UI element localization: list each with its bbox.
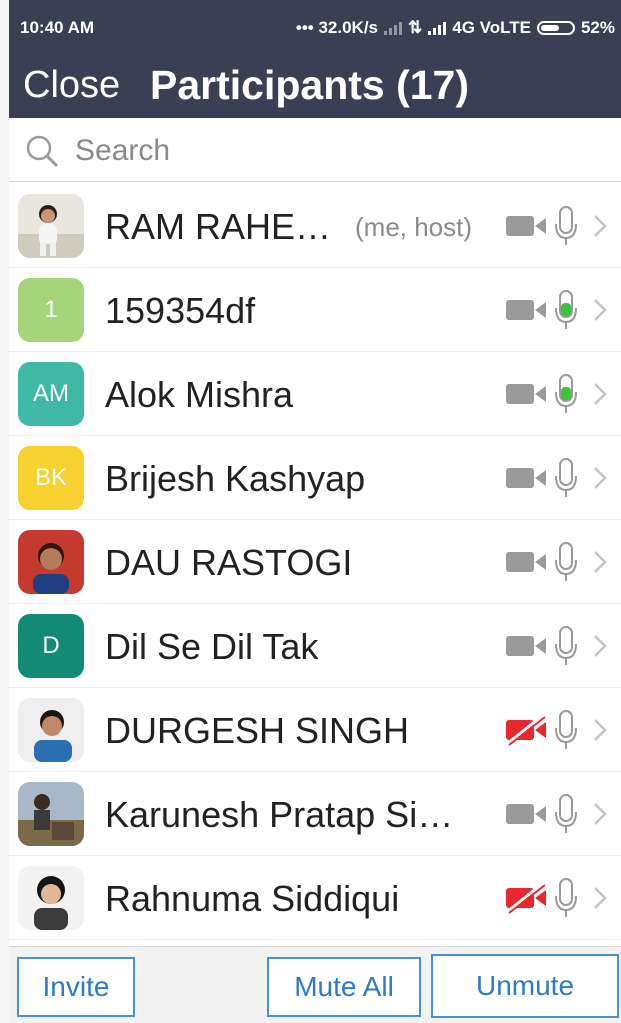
search-bar bbox=[9, 118, 621, 182]
page-title: Participants (17) bbox=[150, 62, 469, 108]
video-camera-icon bbox=[505, 294, 547, 326]
participant-row[interactable]: 1 159354df bbox=[9, 268, 621, 352]
chevron-right-icon bbox=[593, 550, 607, 574]
participant-name: Alok Mishra bbox=[105, 374, 294, 415]
participant-name: DAU RASTOGI bbox=[105, 542, 353, 583]
status-indicators: ••• 32.0K/s ⇅ 4G VoLTE 52% bbox=[296, 18, 615, 38]
avatar-photo bbox=[18, 194, 84, 258]
participant-row[interactable]: Karunesh Pratap Si… bbox=[9, 772, 621, 856]
participant-name: DURGESH SINGH bbox=[105, 710, 410, 751]
video-camera-icon bbox=[505, 378, 547, 410]
chevron-right-icon bbox=[593, 298, 607, 322]
network-speed: ••• 32.0K/s bbox=[295, 18, 378, 37]
battery-percent: 52% bbox=[580, 18, 615, 37]
avatar-initials: BK bbox=[18, 446, 84, 510]
microphone-icon bbox=[553, 794, 579, 834]
microphone-icon bbox=[553, 458, 579, 498]
microphone-icon bbox=[553, 206, 579, 246]
top-bar: Close Participants (17) bbox=[9, 56, 621, 118]
chevron-right-icon bbox=[593, 802, 607, 826]
microphone-icon bbox=[553, 710, 579, 750]
search-icon bbox=[26, 135, 58, 167]
participant-row[interactable]: DAU RASTOGI bbox=[9, 520, 621, 604]
app-frame: 10:40 AM ••• 32.0K/s ⇅ 4G VoLTE 52% Clos… bbox=[0, 0, 621, 1023]
participant-row[interactable]: AM Alok Mishra bbox=[9, 352, 621, 436]
participant-name: Karunesh Pratap Si… bbox=[105, 794, 454, 835]
participant-row[interactable]: DURGESH SINGH bbox=[9, 688, 621, 772]
video-camera-icon bbox=[505, 546, 547, 578]
status-time: 10:40 AM bbox=[20, 18, 95, 37]
participant-name: 159354df bbox=[105, 290, 256, 331]
avatar-photo bbox=[18, 698, 84, 762]
participant-name: RAM RAHE… bbox=[105, 206, 332, 247]
mute-all-button[interactable]: Mute All bbox=[267, 957, 421, 1017]
avatar-initials: D bbox=[18, 614, 84, 678]
battery-icon bbox=[536, 21, 575, 35]
participant-row[interactable]: RAM RAHE… (me, host) bbox=[9, 184, 621, 268]
chevron-right-icon bbox=[593, 634, 607, 658]
microphone-icon bbox=[553, 626, 579, 666]
network-type: 4G VoLTE bbox=[452, 18, 531, 37]
avatar-initials: AM bbox=[18, 362, 84, 426]
microphone-icon bbox=[553, 290, 579, 330]
video-camera-icon bbox=[505, 798, 547, 830]
status-bar: 10:40 AM ••• 32.0K/s ⇅ 4G VoLTE 52% bbox=[9, 0, 621, 56]
microphone-icon bbox=[553, 374, 579, 414]
data-transfer-icon: ⇅ bbox=[408, 18, 423, 37]
video-camera-icon bbox=[505, 210, 547, 242]
participant-row[interactable]: D Dil Se Dil Tak bbox=[9, 604, 621, 688]
video-camera-icon bbox=[505, 630, 547, 662]
chevron-right-icon bbox=[593, 466, 607, 490]
participant-name: Dil Se Dil Tak bbox=[105, 626, 319, 667]
chevron-right-icon bbox=[593, 718, 607, 742]
invite-button[interactable]: Invite bbox=[17, 957, 135, 1017]
avatar-photo bbox=[18, 866, 84, 930]
no-signal-icon bbox=[384, 21, 402, 35]
signal-icon bbox=[428, 21, 447, 35]
close-button[interactable]: Close bbox=[23, 64, 120, 107]
host-tag: (me, host) bbox=[355, 212, 473, 242]
unmute-all-button[interactable]: Unmute bbox=[431, 954, 619, 1018]
participant-row[interactable]: BK Brijesh Kashyap bbox=[9, 436, 621, 520]
participant-list: RAM RAHE… (me, host) 1 159354df AM Alok Mishr… bbox=[9, 184, 621, 940]
screen-edge bbox=[0, 0, 9, 1023]
chevron-right-icon bbox=[593, 886, 607, 910]
video-off-icon bbox=[505, 881, 547, 914]
microphone-icon bbox=[553, 878, 579, 918]
chevron-right-icon bbox=[593, 214, 607, 238]
participant-name: Rahnuma Siddiqui bbox=[105, 878, 400, 919]
participant-name: Brijesh Kashyap bbox=[105, 458, 366, 499]
search-input[interactable] bbox=[73, 130, 597, 172]
participant-row[interactable]: Rahnuma Siddiqui bbox=[9, 856, 621, 940]
video-camera-icon bbox=[505, 462, 547, 494]
avatar-initials: 1 bbox=[18, 278, 84, 342]
bottom-toolbar: Invite Mute All Unmute bbox=[9, 946, 621, 1023]
video-off-icon bbox=[505, 713, 547, 746]
avatar-photo bbox=[18, 782, 84, 846]
chevron-right-icon bbox=[593, 382, 607, 406]
avatar-photo bbox=[18, 530, 84, 594]
microphone-icon bbox=[553, 542, 579, 582]
